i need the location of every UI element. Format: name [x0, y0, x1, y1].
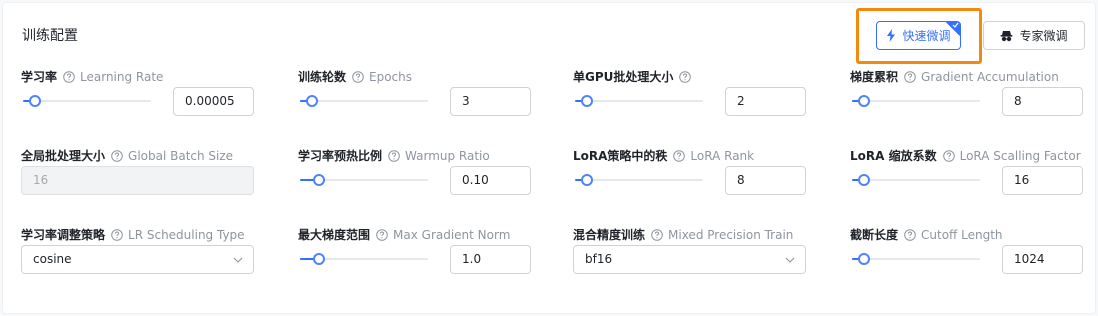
- help-icon[interactable]: [679, 71, 692, 83]
- mixed-precision-select[interactable]: bf16: [573, 245, 806, 274]
- help-icon[interactable]: [904, 229, 916, 241]
- global-batch-label: 全局批处理大小: [21, 149, 106, 163]
- help-icon[interactable]: [352, 71, 364, 83]
- lora-rank-label: LoRA策略中的秩: [573, 149, 668, 163]
- help-icon[interactable]: [673, 150, 686, 162]
- slider-track: [300, 100, 428, 102]
- grad-accum-input[interactable]: 8: [1002, 87, 1083, 116]
- cutoff-length-input[interactable]: 1024: [1002, 245, 1083, 274]
- slider-thumb[interactable]: [313, 174, 325, 186]
- help-icon[interactable]: [388, 150, 400, 162]
- slider-track: [852, 179, 980, 181]
- max-grad-norm-input[interactable]: 1.0: [450, 245, 531, 274]
- expert-finetune-button[interactable]: 专家微调: [983, 21, 1085, 50]
- help-icon[interactable]: [63, 71, 75, 83]
- learning-rate-slider[interactable]: [23, 95, 151, 107]
- field-lora-scale: LoRA 缩放系数 LoRA Scalling Factor 16: [850, 148, 1090, 195]
- training-config-panel: 训练配置 快速微调 专家微调 学习率 Learning Rate 0.00005…: [2, 2, 1096, 314]
- field-max-grad-norm: 最大梯度范围 Max Gradient Norm 1.0: [298, 227, 538, 274]
- epochs-slider[interactable]: [300, 95, 428, 107]
- section-title: 训练配置: [22, 28, 78, 44]
- lr-scheduler-value: cosine: [33, 252, 72, 266]
- cutoff-length-slider[interactable]: [852, 253, 980, 265]
- expert-icon: [1000, 30, 1013, 41]
- field-lr-scheduler: 学习率调整策略 LR Scheduling Type cosine: [21, 227, 261, 274]
- warmup-ratio-label: 学习率预热比例: [298, 149, 383, 163]
- cutoff-length-label: 截断长度: [850, 228, 899, 242]
- lora-scale-slider[interactable]: [852, 174, 980, 186]
- lr-scheduler-label: 学习率调整策略: [21, 228, 106, 242]
- lora-scale-en-label: LoRA Scalling Factor: [959, 149, 1081, 163]
- expert-finetune-label: 专家微调: [1019, 29, 1068, 43]
- help-icon[interactable]: [111, 229, 123, 241]
- warmup-ratio-slider[interactable]: [300, 174, 428, 186]
- slider-thumb[interactable]: [858, 174, 870, 186]
- lr-scheduler-en-label: LR Scheduling Type: [128, 228, 245, 242]
- selected-check-icon: [946, 22, 960, 36]
- help-icon[interactable]: [111, 150, 123, 162]
- help-icon[interactable]: [904, 71, 916, 83]
- max-grad-norm-en-label: Max Gradient Norm: [393, 228, 511, 242]
- slider-track: [852, 100, 980, 102]
- slider-thumb[interactable]: [29, 95, 41, 107]
- fast-finetune-button[interactable]: 快速微调: [876, 21, 961, 50]
- slider-track: [23, 100, 151, 102]
- help-icon[interactable]: [651, 229, 663, 241]
- field-global-batch: 全局批处理大小 Global Batch Size 16: [21, 148, 261, 195]
- epochs-input[interactable]: 3: [450, 87, 531, 116]
- lightning-icon: [887, 29, 896, 42]
- slider-thumb[interactable]: [858, 253, 870, 265]
- help-icon[interactable]: [376, 229, 388, 241]
- field-warmup-ratio: 学习率预热比例 Warmup Ratio 0.10: [298, 148, 538, 195]
- grad-accum-slider[interactable]: [852, 95, 980, 107]
- field-gpu-batch: 单GPU批处理大小 2: [573, 69, 813, 116]
- field-epochs: 训练轮数 Epochs 3: [298, 69, 538, 116]
- chevron-down-icon: [785, 257, 795, 263]
- warmup-ratio-en-label: Warmup Ratio: [405, 149, 490, 163]
- cutoff-length-en-label: Cutoff Length: [921, 228, 1003, 242]
- slider-track: [575, 100, 703, 102]
- help-icon[interactable]: [942, 150, 955, 162]
- grad-accum-en-label: Gradient Accumulation: [921, 70, 1059, 84]
- gpu-batch-label: 单GPU批处理大小: [573, 70, 674, 84]
- learning-rate-input[interactable]: 0.00005: [173, 87, 254, 116]
- gpu-batch-input[interactable]: 2: [725, 87, 806, 116]
- lora-rank-input[interactable]: 8: [725, 166, 806, 195]
- slider-track: [575, 179, 703, 181]
- max-grad-norm-label: 最大梯度范围: [298, 228, 371, 242]
- field-lora-rank: LoRA策略中的秩 LoRA Rank 8: [573, 148, 813, 195]
- lr-scheduler-select[interactable]: cosine: [21, 245, 254, 274]
- field-mixed-precision: 混合精度训练 Mixed Precision Train bf16: [573, 227, 813, 274]
- lora-rank-slider[interactable]: [575, 174, 703, 186]
- global-batch-en-label: Global Batch Size: [128, 149, 234, 163]
- grad-accum-label: 梯度累积: [850, 70, 899, 84]
- gpu-batch-slider[interactable]: [575, 95, 703, 107]
- learning-rate-label: 学习率: [21, 70, 58, 84]
- slider-thumb[interactable]: [581, 95, 593, 107]
- field-gradient-accumulation: 梯度累积 Gradient Accumulation 8: [850, 69, 1090, 116]
- slider-thumb[interactable]: [313, 253, 325, 265]
- learning-rate-en-label: Learning Rate: [80, 70, 164, 84]
- slider-thumb[interactable]: [306, 95, 318, 107]
- mode-switch: 快速微调 专家微调: [856, 8, 1085, 64]
- mixed-precision-label: 混合精度训练: [573, 228, 646, 242]
- lora-scale-input[interactable]: 16: [1002, 166, 1083, 195]
- slider-track: [852, 258, 980, 260]
- slider-thumb[interactable]: [581, 174, 593, 186]
- lora-scale-label: LoRA 缩放系数: [850, 149, 937, 163]
- mixed-precision-value: bf16: [585, 252, 613, 266]
- lora-rank-en-label: LoRA Rank: [690, 149, 755, 163]
- mixed-precision-en-label: Mixed Precision Train: [668, 228, 794, 242]
- epochs-label: 训练轮数: [298, 70, 347, 84]
- epochs-en-label: Epochs: [369, 70, 413, 84]
- field-cutoff-length: 截断长度 Cutoff Length 1024: [850, 227, 1090, 274]
- chevron-down-icon: [233, 257, 243, 263]
- field-learning-rate: 学习率 Learning Rate 0.00005: [21, 69, 261, 116]
- slider-thumb[interactable]: [858, 95, 870, 107]
- global-batch-input: 16: [21, 166, 254, 195]
- warmup-ratio-input[interactable]: 0.10: [450, 166, 531, 195]
- max-grad-norm-slider[interactable]: [300, 253, 428, 265]
- fast-finetune-label: 快速微调: [902, 29, 951, 43]
